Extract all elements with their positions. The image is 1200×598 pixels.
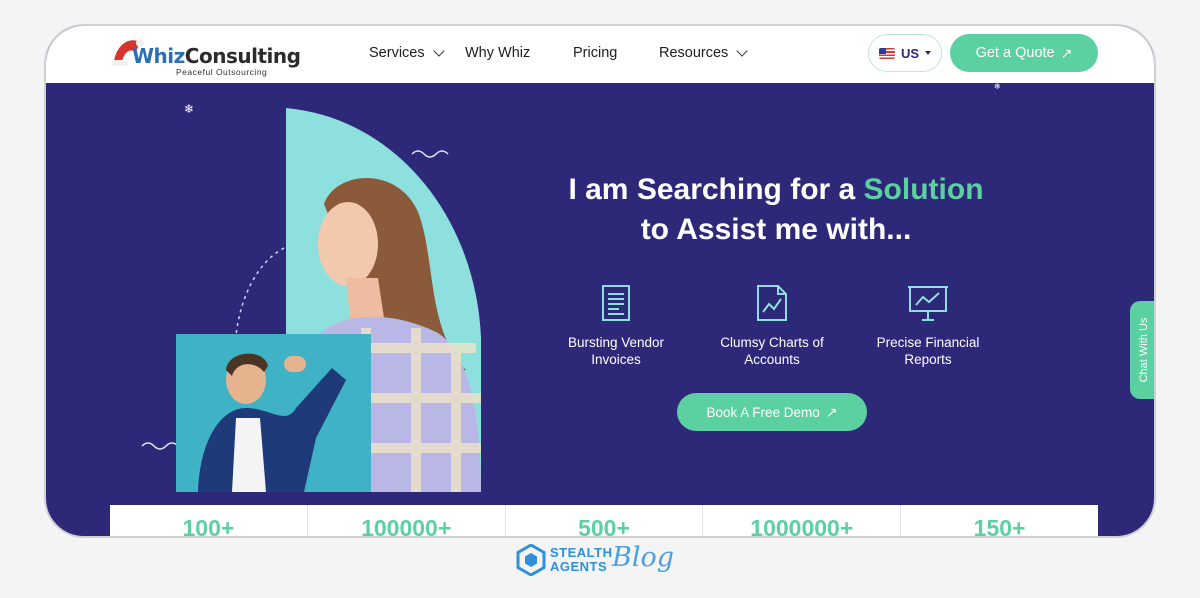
- presentation-board-icon: [908, 286, 948, 321]
- blog-script-text: Blog: [612, 542, 675, 573]
- browser-frame: WhizConsulting Peaceful Outsourcing Serv…: [44, 24, 1156, 538]
- arrow-up-right-icon: ↗: [1060, 44, 1073, 61]
- region-selector[interactable]: US: [868, 34, 942, 72]
- get-a-quote-label: Get a Quote: [975, 45, 1055, 61]
- woman-face: [318, 202, 378, 286]
- feature-label-line1: Clumsy Charts of: [720, 335, 824, 350]
- stealth-agents-blog-logo: STEALTH AGENTS Blog: [516, 542, 706, 582]
- nav-item-pricing[interactable]: Pricing: [573, 45, 617, 61]
- stat-value: 150+: [973, 515, 1026, 538]
- get-a-quote-button[interactable]: Get a Quote ↗: [950, 34, 1098, 72]
- hero-title-accent: Solution: [863, 173, 984, 206]
- nav-item-pricing-label: Pricing: [573, 45, 618, 61]
- hexagon-logo-icon: [516, 544, 546, 576]
- whiz-consulting-logo[interactable]: WhizConsulting Peaceful Outsourcing: [110, 32, 301, 78]
- stat-value: 500+: [506, 505, 704, 536]
- chevron-down-icon: [736, 45, 748, 57]
- feature-precise-financial-reports[interactable]: Precise Financial Reports: [858, 284, 998, 368]
- nav-item-why-whiz[interactable]: Why Whiz: [465, 45, 530, 61]
- feature-label-line2: Invoices: [591, 352, 641, 367]
- feature-label-line1: Precise Financial: [876, 335, 980, 350]
- feature-label-line2: Reports: [904, 352, 952, 367]
- book-free-demo-label: Book A Free Demo: [706, 404, 820, 420]
- hero-illustration: [141, 108, 481, 492]
- nav-item-resources[interactable]: Resources: [659, 45, 748, 61]
- stats-strip: 100+ 100000+ 500+ 1000000+ 150+: [110, 505, 1098, 538]
- hero-title: I am Searching for a Solution to Assist …: [466, 170, 1086, 250]
- chart-document-icon: [757, 285, 787, 321]
- hero-title-line1: I am Searching for a Solution: [568, 173, 984, 206]
- region-label: US: [900, 45, 920, 61]
- stat-value: 100000+: [308, 505, 506, 536]
- chat-with-us-tab[interactable]: Chat With Us: [1130, 301, 1154, 399]
- nav-item-services-label: Services: [369, 45, 425, 61]
- book-free-demo-button[interactable]: Book A Free Demo ↗: [677, 393, 867, 431]
- squiggle-decoration: [141, 442, 179, 450]
- feature-bursting-vendor-invoices[interactable]: Bursting Vendor Invoices: [546, 284, 686, 368]
- stat-value: 100+: [110, 505, 308, 536]
- logo-wordmark: WhizConsulting: [132, 44, 301, 68]
- man-shirt: [232, 418, 266, 492]
- logo-tagline: Peaceful Outsourcing: [176, 67, 268, 77]
- stealth-agents-wordmark: STEALTH AGENTS: [550, 545, 613, 574]
- woman-neck: [346, 278, 384, 320]
- hero-title-line2: to Assist me with...: [640, 213, 912, 246]
- nav-item-services[interactable]: Services: [369, 45, 445, 61]
- nav-item-why-whiz-label: Why Whiz: [465, 45, 531, 61]
- feature-label-line2: Accounts: [744, 352, 800, 367]
- top-nav: WhizConsulting Peaceful Outsourcing Serv…: [46, 26, 1154, 83]
- nav-item-resources-label: Resources: [659, 45, 729, 61]
- man-hand: [284, 356, 306, 372]
- caret-down-icon: [925, 51, 932, 55]
- arrow-up-right-icon: ↗: [825, 403, 838, 420]
- us-flag-icon: [878, 47, 895, 59]
- squiggle-decoration: [411, 150, 449, 158]
- snowflake-icon: ❄: [994, 82, 1001, 91]
- chat-with-us-label: Chat With Us: [1138, 317, 1150, 383]
- chevron-down-icon: [432, 45, 445, 57]
- stat-value: 1000000+: [703, 505, 902, 536]
- feature-label-line1: Bursting Vendor: [567, 335, 665, 350]
- invoice-icon: [602, 285, 630, 321]
- feature-clumsy-charts-of-accounts[interactable]: Clumsy Charts of Accounts: [702, 284, 842, 368]
